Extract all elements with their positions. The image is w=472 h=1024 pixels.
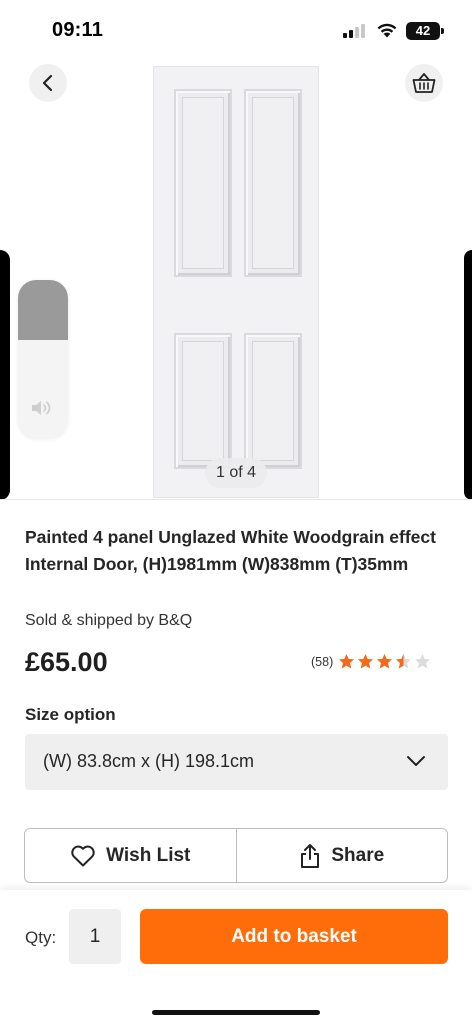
size-select[interactable]: (W) 83.8cm x (H) 198.1cm — [25, 734, 448, 790]
star-icon — [396, 654, 412, 669]
chevron-down-icon — [407, 756, 425, 766]
battery-nub — [441, 28, 444, 34]
wishlist-label: Wish List — [106, 844, 191, 866]
qty-input[interactable]: 1 — [69, 909, 121, 964]
home-indicator[interactable] — [152, 1010, 320, 1015]
speaker-icon — [32, 401, 51, 415]
bottom-bar: Qty: 1 Add to basket — [0, 890, 472, 1024]
star-icon — [415, 654, 431, 669]
wishlist-button[interactable]: Wish List — [25, 829, 236, 882]
share-label: Share — [331, 844, 385, 866]
rating-count: (58) — [311, 654, 334, 669]
screen-edge-right — [464, 250, 472, 500]
size-selected-value: (W) 83.8cm x (H) 198.1cm — [43, 751, 255, 771]
rating[interactable]: (58) — [311, 653, 433, 670]
heart-icon — [71, 845, 95, 866]
star-icon — [377, 654, 393, 669]
status-time: 09:11 — [52, 19, 104, 41]
product-price: £65.00 — [25, 647, 108, 677]
product-gallery[interactable]: 1 of 4 — [0, 62, 472, 500]
screen-edge-left — [0, 250, 10, 500]
battery-level: 42 — [406, 22, 440, 40]
qty-label: Qty: — [25, 928, 57, 947]
cellular-signal-icon — [343, 24, 369, 38]
share-button[interactable]: Share — [235, 829, 448, 882]
action-row: Wish List Share — [24, 828, 448, 883]
basket-icon — [412, 73, 436, 93]
star-icon — [358, 654, 374, 669]
status-bar: 09:11 42 — [0, 0, 472, 62]
product-image — [153, 66, 319, 498]
product-title: Painted 4 panel Unglazed White Woodgrain… — [25, 527, 436, 574]
star-icon — [339, 654, 355, 669]
back-button[interactable] — [29, 64, 67, 102]
wifi-icon — [377, 23, 397, 38]
rating-stars — [338, 653, 433, 670]
add-to-basket-button[interactable]: Add to basket — [140, 909, 448, 964]
chevron-left-icon — [42, 74, 53, 92]
basket-button[interactable] — [405, 64, 443, 102]
volume-level-fill — [18, 280, 68, 340]
seller-text: Sold & shipped by B&Q — [25, 612, 193, 629]
share-icon — [301, 843, 320, 868]
gallery-counter: 1 of 4 — [205, 458, 267, 488]
volume-slider[interactable] — [18, 280, 68, 438]
gallery-divider — [0, 499, 472, 500]
size-option-label: Size option — [25, 705, 116, 724]
